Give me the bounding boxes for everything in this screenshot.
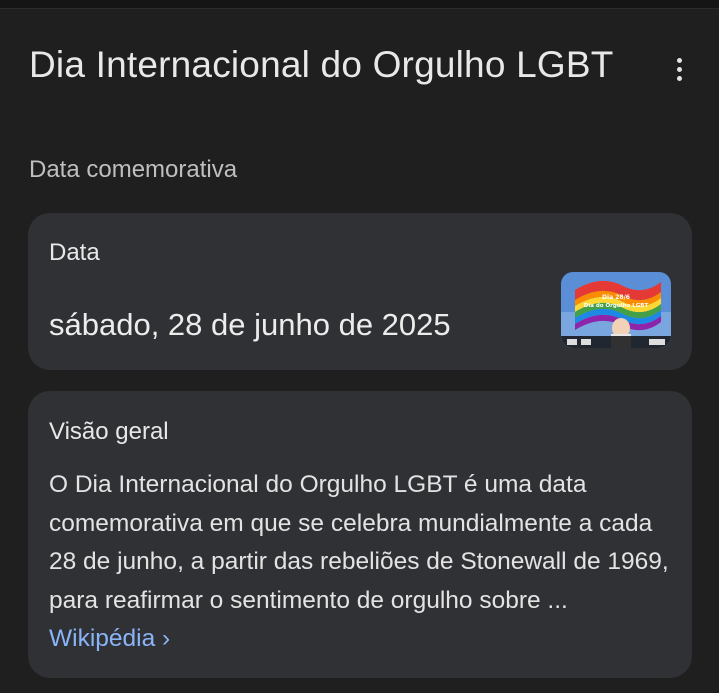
wikipedia-link[interactable]: Wikipédia › (49, 625, 170, 652)
date-card-label: Data (49, 239, 100, 266)
overview-description: O Dia Internacional do Orgulho LGBT é um… (49, 466, 674, 659)
top-divider (0, 0, 719, 9)
page-title: Dia Internacional do Orgulho LGBT (29, 44, 614, 85)
more-vert-icon (676, 57, 682, 63)
overview-card-label: Visão geral (49, 418, 169, 445)
date-card: Data sábado, 28 de junho de 2025 Dia 28/… (28, 213, 692, 370)
more-options-button[interactable] (665, 54, 693, 84)
thumbnail-caption-1: Dia 28/6 (602, 294, 630, 301)
more-vert-icon-dot (676, 75, 682, 81)
thumbnail-caption-2: Dia do Orgulho LGBT (584, 303, 649, 309)
wikipedia-link-label: Wikipédia (49, 625, 156, 652)
more-vert-icon-dot (676, 66, 682, 72)
chevron-right-icon: › (162, 625, 171, 652)
overview-card: Visão geral O Dia Internacional do Orgul… (28, 391, 692, 678)
date-value: sábado, 28 de junho de 2025 (49, 307, 451, 342)
rainbow-flag-image: Dia 28/6 Dia do Orgulho LGBT (561, 272, 671, 348)
page-subtitle: Data comemorativa (29, 156, 238, 183)
overview-text: O Dia Internacional do Orgulho LGBT é um… (49, 471, 669, 614)
event-thumbnail-image[interactable]: Dia 28/6 Dia do Orgulho LGBT (561, 272, 671, 348)
